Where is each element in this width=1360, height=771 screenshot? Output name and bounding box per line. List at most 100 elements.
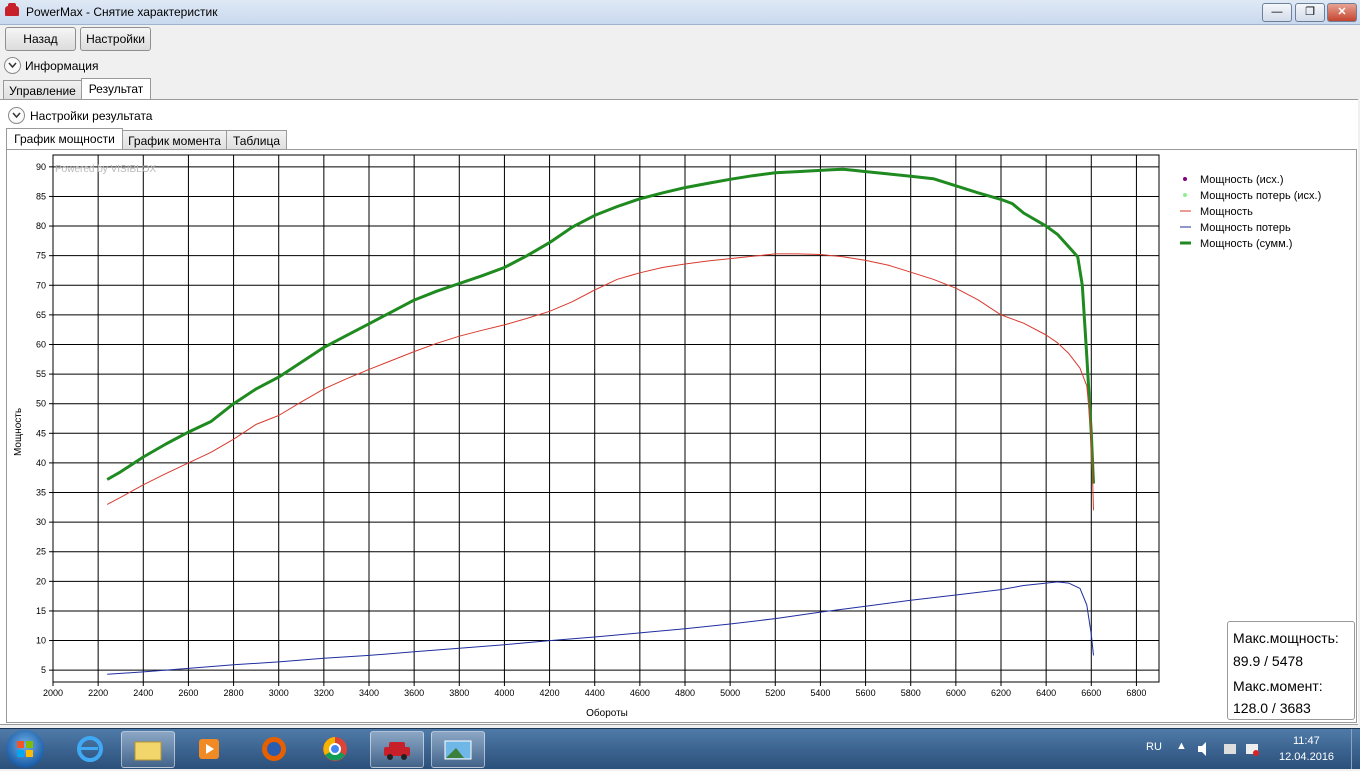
window-title: PowerMax - Снятие характеристик <box>26 5 217 19</box>
x-tick-label: 6600 <box>1081 688 1101 698</box>
result-settings-label: Настройки результата <box>30 109 152 123</box>
picture-viewer-icon <box>432 732 484 767</box>
x-tick-label: 6400 <box>1036 688 1056 698</box>
x-tick-label: 5000 <box>720 688 740 698</box>
tray-icons <box>1196 741 1266 757</box>
x-tick-label: 2200 <box>88 688 108 698</box>
tab-result[interactable]: Результат <box>81 78 151 101</box>
x-tick-label: 2400 <box>133 688 153 698</box>
y-tick-label: 60 <box>36 339 46 349</box>
x-tick-label: 4400 <box>585 688 605 698</box>
y-tick-label: 80 <box>36 221 46 231</box>
clock-date[interactable]: 12.04.2016 <box>1279 751 1334 763</box>
taskbar-chrome[interactable] <box>309 731 361 766</box>
language-indicator[interactable]: RU <box>1146 741 1162 753</box>
legend-marker <box>1183 193 1187 197</box>
chrome-icon <box>309 731 361 766</box>
tab-torque-chart[interactable]: График момента <box>122 130 227 151</box>
x-tick-label: 3600 <box>404 688 424 698</box>
y-axis-label: Мощность <box>13 408 24 456</box>
show-hidden-icons-icon[interactable]: ▲ <box>1176 740 1187 752</box>
y-tick-label: 25 <box>36 547 46 557</box>
clock-time[interactable]: 11:47 <box>1293 735 1320 747</box>
y-tick-label: 10 <box>36 636 46 646</box>
taskbar-photos[interactable] <box>431 731 485 768</box>
max-power-value: 89.9 / 5478 <box>1233 653 1303 669</box>
y-tick-label: 15 <box>36 606 46 616</box>
result-settings-toggle[interactable] <box>8 107 25 124</box>
close-button[interactable]: ✕ <box>1327 3 1357 22</box>
x-tick-label: 6000 <box>946 688 966 698</box>
y-tick-label: 65 <box>36 310 46 320</box>
x-tick-label: 4000 <box>494 688 514 698</box>
car-icon <box>371 732 423 767</box>
power-chart: 2000220024002600280030003200340036003800… <box>7 150 1356 722</box>
y-tick-label: 45 <box>36 428 46 438</box>
x-tick-label: 4800 <box>675 688 695 698</box>
settings-button[interactable]: Настройки <box>80 27 151 51</box>
y-tick-label: 20 <box>36 576 46 586</box>
x-tick-label: 5600 <box>856 688 876 698</box>
x-tick-label: 5400 <box>810 688 830 698</box>
x-axis-label: Обороты <box>586 707 628 719</box>
y-tick-label: 70 <box>36 280 46 290</box>
info-expander-toggle[interactable] <box>4 57 21 74</box>
taskbar-firefox[interactable] <box>248 731 300 766</box>
y-tick-label: 75 <box>36 251 46 261</box>
legend-label: Мощность потерь (исх.) <box>1200 190 1321 202</box>
x-tick-label: 3000 <box>269 688 289 698</box>
show-desktop-button[interactable] <box>1351 729 1360 769</box>
taskbar-ie[interactable] <box>64 731 116 766</box>
start-button[interactable] <box>6 730 44 768</box>
x-tick-label: 3400 <box>359 688 379 698</box>
car-icon <box>5 6 19 16</box>
legend-label: Мощность (сумм.) <box>1200 238 1292 250</box>
x-tick-label: 2000 <box>43 688 63 698</box>
volume-icon <box>1198 742 1206 756</box>
title-bar: PowerMax - Снятие характеристик — ❐ ✕ <box>0 0 1360 25</box>
x-tick-label: 2800 <box>224 688 244 698</box>
max-values-box: Макс.мощность: 89.9 / 5478 Макс.момент: … <box>1227 621 1355 720</box>
legend-marker <box>1183 177 1187 181</box>
y-tick-label: 5 <box>41 665 46 675</box>
y-tick-label: 90 <box>36 162 46 172</box>
taskbar-media[interactable] <box>184 731 236 766</box>
maximize-button[interactable]: ❐ <box>1295 3 1325 22</box>
back-button[interactable]: Назад <box>5 27 76 51</box>
x-tick-label: 5200 <box>765 688 785 698</box>
legend-label: Мощность (исх.) <box>1200 174 1284 186</box>
y-tick-label: 35 <box>36 488 46 498</box>
legend-label: Мощность <box>1200 206 1253 218</box>
network-icon <box>1224 744 1236 754</box>
x-tick-label: 3800 <box>449 688 469 698</box>
legend-label: Мощность потерь <box>1200 222 1291 234</box>
minimize-button[interactable]: — <box>1262 3 1292 22</box>
warning-flag-icon <box>1253 750 1259 756</box>
chart-watermark: Powered by VISIBLOX <box>55 164 156 175</box>
folder-icon <box>122 732 174 767</box>
max-torque-label: Макс.момент: <box>1233 678 1323 694</box>
tab-table[interactable]: Таблица <box>226 130 287 151</box>
x-tick-label: 4200 <box>540 688 560 698</box>
taskbar-explorer[interactable] <box>121 731 175 768</box>
x-tick-label: 4600 <box>630 688 650 698</box>
windows-logo-icon <box>6 730 44 768</box>
firefox-icon <box>248 731 300 766</box>
taskbar-powermax[interactable] <box>370 731 424 768</box>
chart-legend: Мощность (исх.) Мощность потерь (исх.) Мощ… <box>1180 174 1321 250</box>
max-torque-value: 128.0 / 3683 <box>1233 700 1311 716</box>
x-tick-label: 5800 <box>901 688 921 698</box>
x-tick-label: 2600 <box>178 688 198 698</box>
y-tick-label: 85 <box>36 191 46 201</box>
plot-area <box>53 155 1159 682</box>
tab-power-chart[interactable]: График мощности <box>6 128 123 151</box>
media-player-icon <box>184 731 236 766</box>
tab-control[interactable]: Управление <box>3 80 82 101</box>
y-tick-label: 50 <box>36 399 46 409</box>
x-tick-label: 6200 <box>991 688 1011 698</box>
info-section-label: Информация <box>25 59 98 73</box>
x-tick-label: 6800 <box>1126 688 1146 698</box>
max-power-label: Макс.мощность: <box>1233 630 1339 646</box>
y-tick-label: 40 <box>36 458 46 468</box>
chevron-down-icon <box>12 112 21 119</box>
